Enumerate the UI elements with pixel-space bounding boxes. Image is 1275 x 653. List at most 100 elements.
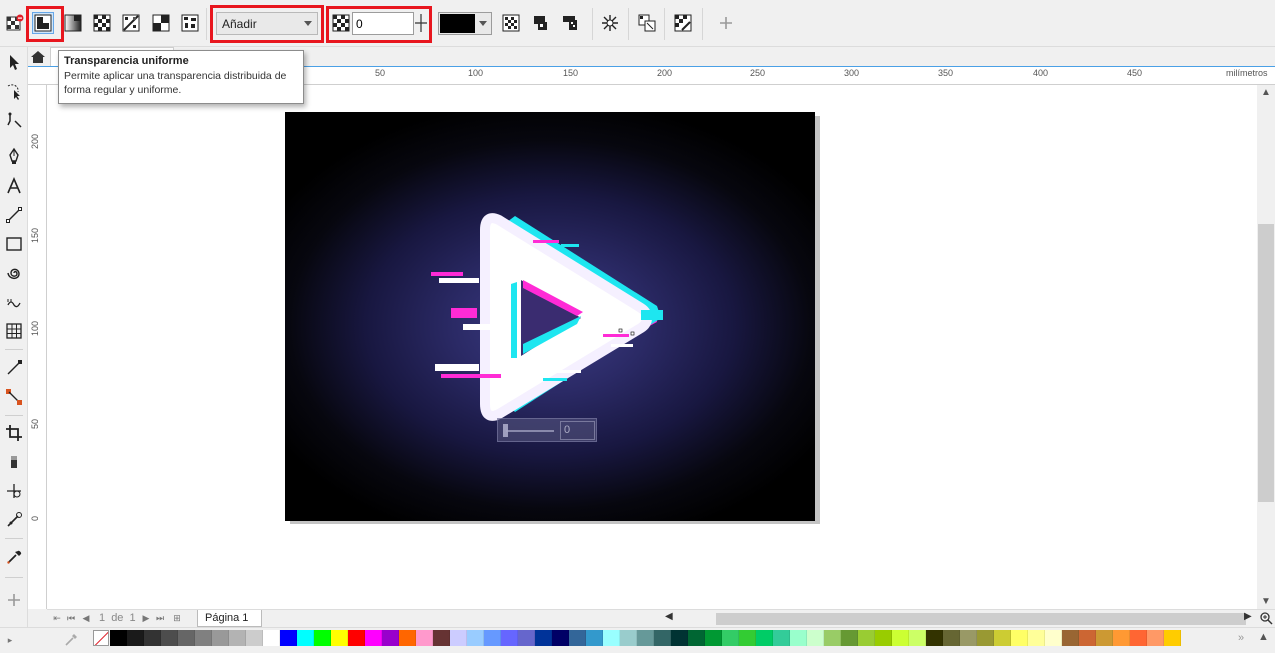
color-swatch[interactable] (722, 630, 739, 646)
crop-tool-icon[interactable] (3, 422, 25, 444)
apply-to-all-icon[interactable] (559, 12, 581, 34)
color-swatch[interactable] (926, 630, 943, 646)
color-swatch[interactable] (1011, 630, 1028, 646)
bitmap-pattern-transparency-icon[interactable] (120, 12, 142, 34)
add-icon[interactable] (715, 12, 737, 34)
color-swatch[interactable] (348, 630, 365, 646)
color-swatch[interactable] (756, 630, 773, 646)
color-swatch[interactable] (1079, 630, 1096, 646)
color-swatch[interactable] (467, 630, 484, 646)
dimension-tool-icon[interactable] (3, 291, 25, 313)
uniform-transparency-button[interactable] (32, 12, 54, 34)
two-color-transparency-icon[interactable] (150, 12, 172, 34)
color-swatch[interactable] (365, 630, 382, 646)
scroll-right-icon[interactable]: ▶ (1244, 611, 1252, 622)
transparency-color-picker[interactable] (438, 12, 492, 35)
color-swatch[interactable] (807, 630, 824, 646)
prev-page-icon[interactable]: ◀ (80, 612, 92, 624)
first-page-icon[interactable]: ⇤ (51, 612, 63, 624)
color-swatch[interactable] (841, 630, 858, 646)
palette-scroll-left-icon[interactable]: ▸ (4, 634, 16, 646)
transparency-slider-handle-icon[interactable] (413, 12, 429, 34)
blend-tool-icon[interactable] (3, 386, 25, 408)
color-swatch[interactable] (688, 630, 705, 646)
freeze-transparency-icon[interactable] (599, 12, 621, 34)
merge-mode-dropdown[interactable]: Añadir (216, 12, 318, 35)
first-page-arrow-icon[interactable]: ⏮ (65, 612, 77, 624)
color-swatch[interactable] (110, 630, 127, 646)
color-swatch[interactable] (501, 630, 518, 646)
color-swatch[interactable] (620, 630, 637, 646)
text-tool-icon[interactable] (3, 175, 25, 197)
color-swatch[interactable] (1147, 630, 1164, 646)
interactive-transparency-slider[interactable]: 0 (497, 418, 597, 442)
color-swatch[interactable] (671, 630, 688, 646)
color-swatch[interactable] (994, 630, 1011, 646)
spiral-tool-icon[interactable] (3, 262, 25, 284)
transparency-value-input[interactable] (352, 12, 414, 35)
vertical-scrollbar[interactable]: ▲ ▼ (1257, 85, 1275, 609)
color-swatch[interactable] (773, 630, 790, 646)
color-swatch[interactable] (909, 630, 926, 646)
color-swatch[interactable] (977, 630, 994, 646)
color-swatch[interactable] (637, 630, 654, 646)
color-swatch[interactable] (586, 630, 603, 646)
texture-transparency-icon[interactable] (179, 12, 201, 34)
zoom-icon[interactable] (1259, 611, 1273, 628)
color-swatch[interactable] (331, 630, 348, 646)
color-swatch[interactable] (263, 630, 280, 646)
horizontal-scrollbar[interactable] (667, 612, 1257, 625)
next-page-icon[interactable]: ▶ (140, 612, 152, 624)
palette-eyedropper-icon[interactable] (64, 633, 78, 650)
color-swatch[interactable] (1096, 630, 1113, 646)
copy-transparency-icon[interactable] (636, 12, 658, 34)
last-page-icon[interactable]: ⏭ (154, 612, 166, 624)
color-swatch[interactable] (161, 630, 178, 646)
color-swatch[interactable] (1045, 630, 1062, 646)
fill-tool-icon[interactable] (3, 509, 25, 531)
pen-tool-icon[interactable] (3, 145, 25, 167)
color-swatch[interactable] (314, 630, 331, 646)
no-transparency-icon[interactable] (4, 12, 26, 34)
color-swatch[interactable] (127, 630, 144, 646)
scroll-down-icon[interactable]: ▼ (1261, 596, 1271, 607)
eyedropper-tool-icon[interactable] (3, 546, 25, 568)
color-swatch[interactable] (399, 630, 416, 646)
color-swatch[interactable] (569, 630, 586, 646)
rectangle-tool-icon[interactable] (3, 233, 25, 255)
crop-freehand-tool-icon[interactable] (3, 109, 25, 131)
color-swatch[interactable] (178, 630, 195, 646)
color-swatch[interactable] (654, 630, 671, 646)
color-swatch[interactable] (433, 630, 450, 646)
table-tool-icon[interactable] (3, 320, 25, 342)
color-swatch[interactable] (824, 630, 841, 646)
color-swatch[interactable] (892, 630, 909, 646)
pick-tool-icon[interactable] (3, 51, 25, 73)
color-swatch[interactable] (229, 630, 246, 646)
color-swatch[interactable] (552, 630, 569, 646)
color-swatch[interactable] (1164, 630, 1181, 646)
slider-value[interactable]: 0 (560, 421, 595, 440)
color-swatch[interactable] (603, 630, 620, 646)
scroll-thumb[interactable] (716, 613, 1246, 625)
color-swatch[interactable] (1113, 630, 1130, 646)
palette-scroll-icon[interactable]: ▲ (1258, 631, 1269, 643)
color-swatch[interactable] (1062, 630, 1079, 646)
line-tool-icon[interactable] (3, 204, 25, 226)
color-swatch[interactable] (450, 630, 467, 646)
color-swatch[interactable] (535, 630, 552, 646)
color-swatch[interactable] (1130, 630, 1147, 646)
scroll-thumb[interactable] (1258, 224, 1274, 502)
color-swatch[interactable] (790, 630, 807, 646)
color-swatch[interactable] (416, 630, 433, 646)
color-swatch[interactable] (705, 630, 722, 646)
add-tool-icon[interactable] (3, 589, 25, 611)
eraser-tool-icon[interactable] (3, 451, 25, 473)
color-swatch[interactable] (943, 630, 960, 646)
color-swatch[interactable] (960, 630, 977, 646)
color-swatch[interactable] (518, 630, 535, 646)
fountain-transparency-icon[interactable] (62, 12, 84, 34)
color-swatch[interactable] (212, 630, 229, 646)
color-swatch[interactable] (484, 630, 501, 646)
apply-to-fill-icon[interactable] (500, 12, 522, 34)
